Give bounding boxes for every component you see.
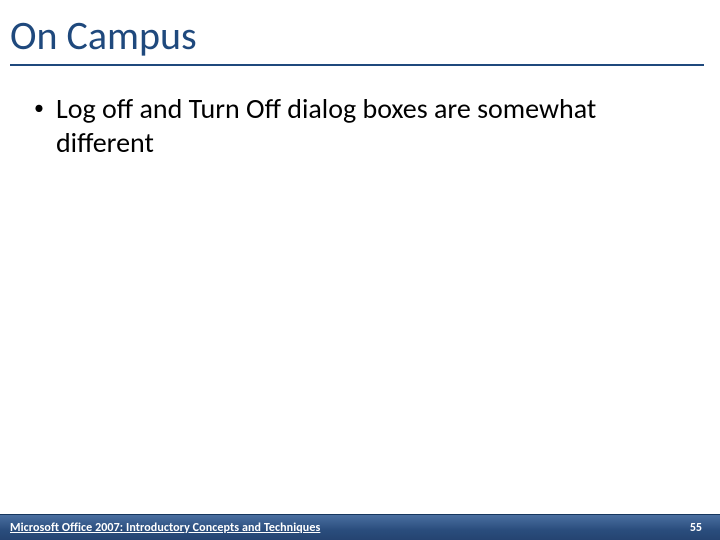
slide-footer: Microsoft Office 2007: Introductory Conc… [0, 514, 720, 540]
slide-body: • Log off and Turn Off dialog boxes are … [0, 66, 720, 540]
footer-page-number: 55 [690, 521, 702, 535]
bullet-item: • Log off and Turn Off dialog boxes are … [34, 92, 686, 160]
title-block: On Campus [0, 0, 720, 66]
footer-source: Microsoft Office 2007: Introductory Conc… [10, 521, 320, 535]
slide: On Campus • Log off and Turn Off dialog … [0, 0, 720, 540]
bullet-dot-icon: • [34, 92, 44, 124]
slide-title: On Campus [10, 14, 710, 58]
bullet-text: Log off and Turn Off dialog boxes are so… [56, 92, 686, 160]
